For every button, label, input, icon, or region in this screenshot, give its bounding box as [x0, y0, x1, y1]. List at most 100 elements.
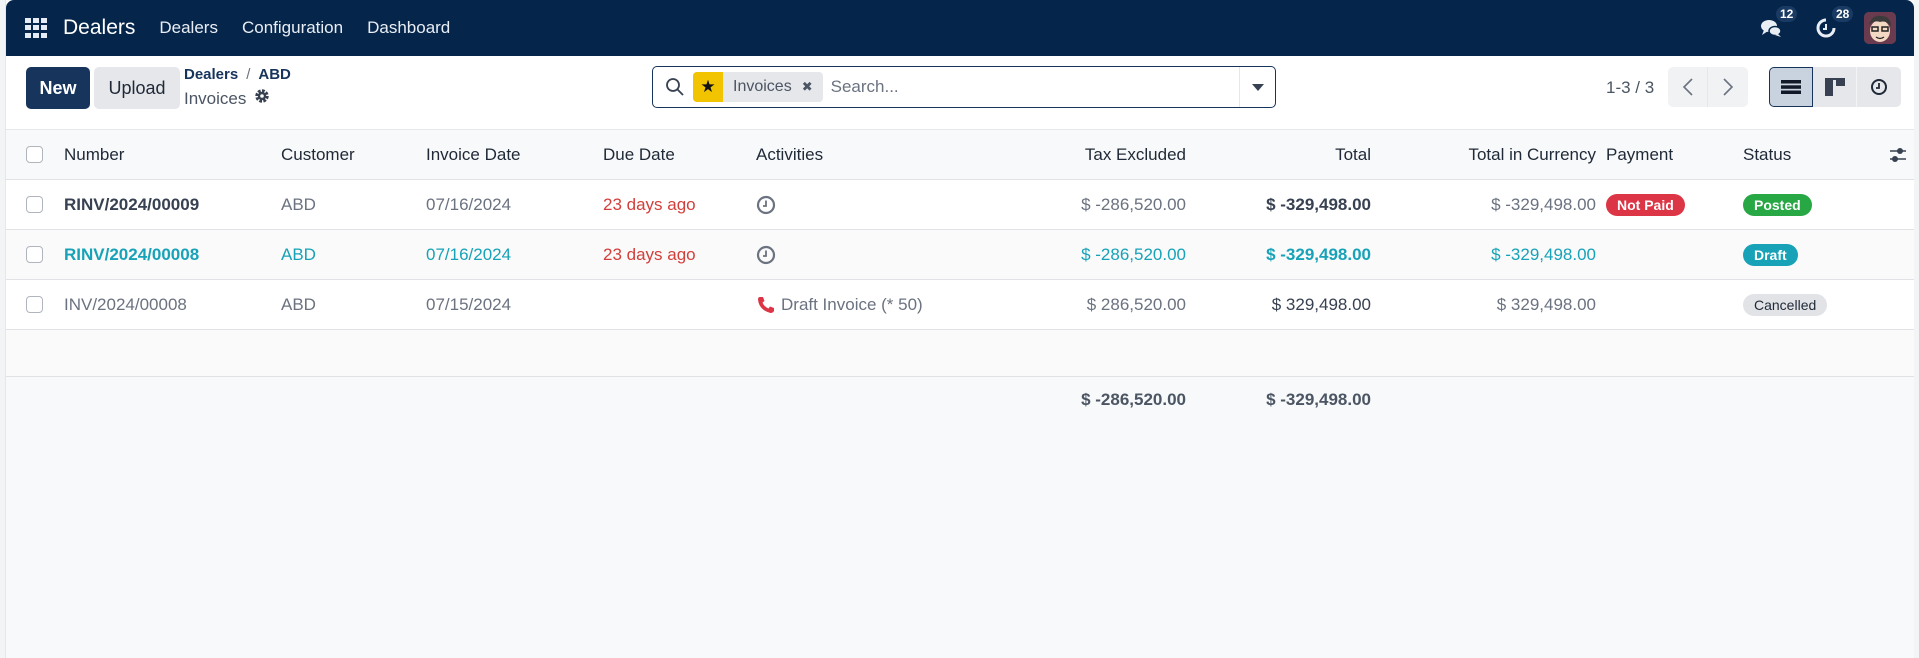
- avatar-face-icon: [1864, 12, 1896, 44]
- activity-cell[interactable]: Draft Invoice (* 50): [756, 280, 923, 329]
- col-tax-excluded[interactable]: Tax Excluded: [1006, 130, 1186, 179]
- select-all-checkbox[interactable]: [26, 146, 43, 163]
- row-checkbox[interactable]: [26, 196, 43, 213]
- pager-previous-button[interactable]: [1668, 67, 1708, 107]
- caret-down-icon: [1251, 83, 1264, 91]
- sliders-icon: [1890, 147, 1906, 162]
- total: $ 329,498.00: [1271, 294, 1371, 314]
- activity-cell[interactable]: [756, 230, 776, 279]
- current-page-title: Invoices: [184, 88, 270, 109]
- top-navbar: Dealers Dealers Configuration Dashboard …: [6, 0, 1914, 56]
- invoice-number[interactable]: RINV/2024/00008: [64, 230, 199, 279]
- empty-row: [6, 330, 1914, 377]
- col-total-in-currency[interactable]: Total in Currency: [1406, 130, 1596, 179]
- invoice-list-table: Number Customer Invoice Date Due Date Ac…: [6, 130, 1914, 423]
- messages-button[interactable]: 12: [1760, 6, 1798, 38]
- footer-tax-excluded-sum: $ -286,520.00: [1081, 390, 1186, 409]
- kanban-icon: [1824, 78, 1845, 96]
- col-due-date[interactable]: Due Date: [603, 130, 675, 179]
- clock-icon[interactable]: [756, 195, 776, 215]
- total: $ -329,498.00: [1266, 194, 1371, 214]
- due-date: 23 days ago: [603, 194, 696, 214]
- activity-cell[interactable]: [756, 180, 776, 229]
- invoice-date: 07/16/2024: [426, 244, 512, 264]
- facet-remove-icon[interactable]: ✖: [802, 72, 823, 102]
- activity-clock-icon: [1816, 18, 1836, 38]
- col-payment[interactable]: Payment: [1606, 130, 1673, 179]
- page-title: Invoices: [184, 88, 247, 108]
- table-row[interactable]: RINV/2024/00009 ABD 07/16/2024 23 days a…: [6, 180, 1914, 230]
- activity-summary: Draft Invoice (* 50): [781, 294, 923, 314]
- upload-button[interactable]: Upload: [94, 67, 180, 109]
- app-name[interactable]: Dealers: [63, 16, 135, 40]
- col-activities[interactable]: Activities: [756, 130, 823, 179]
- col-total[interactable]: Total: [1196, 130, 1371, 179]
- breadcrumb: Dealers / ABD: [184, 66, 291, 83]
- clock-icon[interactable]: [756, 245, 776, 265]
- search-input[interactable]: [822, 67, 1239, 107]
- pager-value[interactable]: 1-3 / 3: [1606, 78, 1654, 98]
- kanban-view-button[interactable]: [1813, 67, 1857, 107]
- tax-excluded: $ -286,520.00: [1081, 194, 1186, 214]
- apps-menu-icon[interactable]: [25, 18, 47, 38]
- window-right-edge: [1914, 0, 1919, 658]
- app-frame: Dealers Dealers Configuration Dashboard …: [5, 0, 1914, 658]
- list-icon: [1781, 80, 1801, 94]
- search-facet-invoices: ★ Invoices ✖: [693, 72, 823, 102]
- table-row[interactable]: INV/2024/00008 ABD 07/15/2024 Draft Invo…: [6, 280, 1914, 330]
- menu-dealers[interactable]: Dealers: [159, 18, 218, 38]
- status-badge: Posted: [1743, 193, 1812, 216]
- search-bar: ★ Invoices ✖: [652, 66, 1276, 108]
- menu-configuration[interactable]: Configuration: [242, 18, 343, 38]
- total: $ -329,498.00: [1266, 244, 1371, 264]
- user-avatar[interactable]: [1864, 12, 1896, 44]
- tax-excluded: $ 286,520.00: [1086, 294, 1186, 314]
- gear-icon[interactable]: [254, 88, 270, 109]
- customer: ABD: [281, 194, 316, 214]
- customer: ABD: [281, 294, 316, 314]
- list-view-button[interactable]: [1769, 67, 1813, 107]
- total-in-currency: $ -329,498.00: [1491, 244, 1596, 264]
- chevron-left-icon: [1682, 78, 1693, 96]
- row-checkbox[interactable]: [26, 246, 43, 263]
- due-date: 23 days ago: [603, 244, 696, 264]
- control-panel: New Upload Dealers / ABD Invoices ★ Invo…: [6, 56, 1914, 130]
- activities-count-badge: 28: [1832, 6, 1854, 22]
- invoice-number[interactable]: RINV/2024/00009: [64, 180, 199, 229]
- total-in-currency: $ -329,498.00: [1491, 194, 1596, 214]
- breadcrumb-dealers[interactable]: Dealers: [184, 66, 238, 83]
- payment-status-badge: Not Paid: [1606, 193, 1685, 216]
- col-number[interactable]: Number: [64, 130, 124, 179]
- col-customer[interactable]: Customer: [281, 130, 355, 179]
- search-icon[interactable]: [665, 77, 685, 97]
- total-in-currency: $ 329,498.00: [1496, 294, 1596, 314]
- activity-view-button[interactable]: [1857, 67, 1901, 107]
- table-footer-totals: $ -286,520.00 $ -329,498.00: [6, 377, 1914, 423]
- new-button[interactable]: New: [26, 67, 90, 109]
- table-row[interactable]: RINV/2024/00008 ABD 07/16/2024 23 days a…: [6, 230, 1914, 280]
- tax-excluded: $ -286,520.00: [1081, 244, 1186, 264]
- status-badge: Draft: [1743, 243, 1798, 266]
- breadcrumb-separator: /: [246, 66, 251, 83]
- col-invoice-date[interactable]: Invoice Date: [426, 130, 521, 179]
- table-header-row: Number Customer Invoice Date Due Date Ac…: [6, 130, 1914, 180]
- invoice-number[interactable]: INV/2024/00008: [64, 280, 187, 329]
- activities-button[interactable]: 28: [1816, 6, 1854, 38]
- search-options-toggle[interactable]: [1239, 67, 1275, 107]
- invoice-date: 07/15/2024: [426, 294, 512, 314]
- menu-dashboard[interactable]: Dashboard: [367, 18, 450, 38]
- phone-icon[interactable]: [756, 295, 776, 315]
- invoice-date: 07/16/2024: [426, 194, 512, 214]
- clock-icon: [1871, 79, 1887, 95]
- star-icon: ★: [693, 72, 723, 102]
- status-badge: Cancelled: [1743, 293, 1828, 316]
- footer-total-sum: $ -329,498.00: [1266, 390, 1371, 409]
- optional-columns-toggle[interactable]: [1888, 130, 1908, 179]
- row-checkbox[interactable]: [26, 296, 43, 313]
- breadcrumb-abd[interactable]: ABD: [258, 66, 291, 83]
- pager-next-button[interactable]: [1708, 67, 1748, 107]
- col-status[interactable]: Status: [1743, 130, 1791, 179]
- chat-bubbles-icon: [1761, 20, 1782, 37]
- chevron-right-icon: [1723, 78, 1734, 96]
- messages-count-badge: 12: [1776, 6, 1798, 22]
